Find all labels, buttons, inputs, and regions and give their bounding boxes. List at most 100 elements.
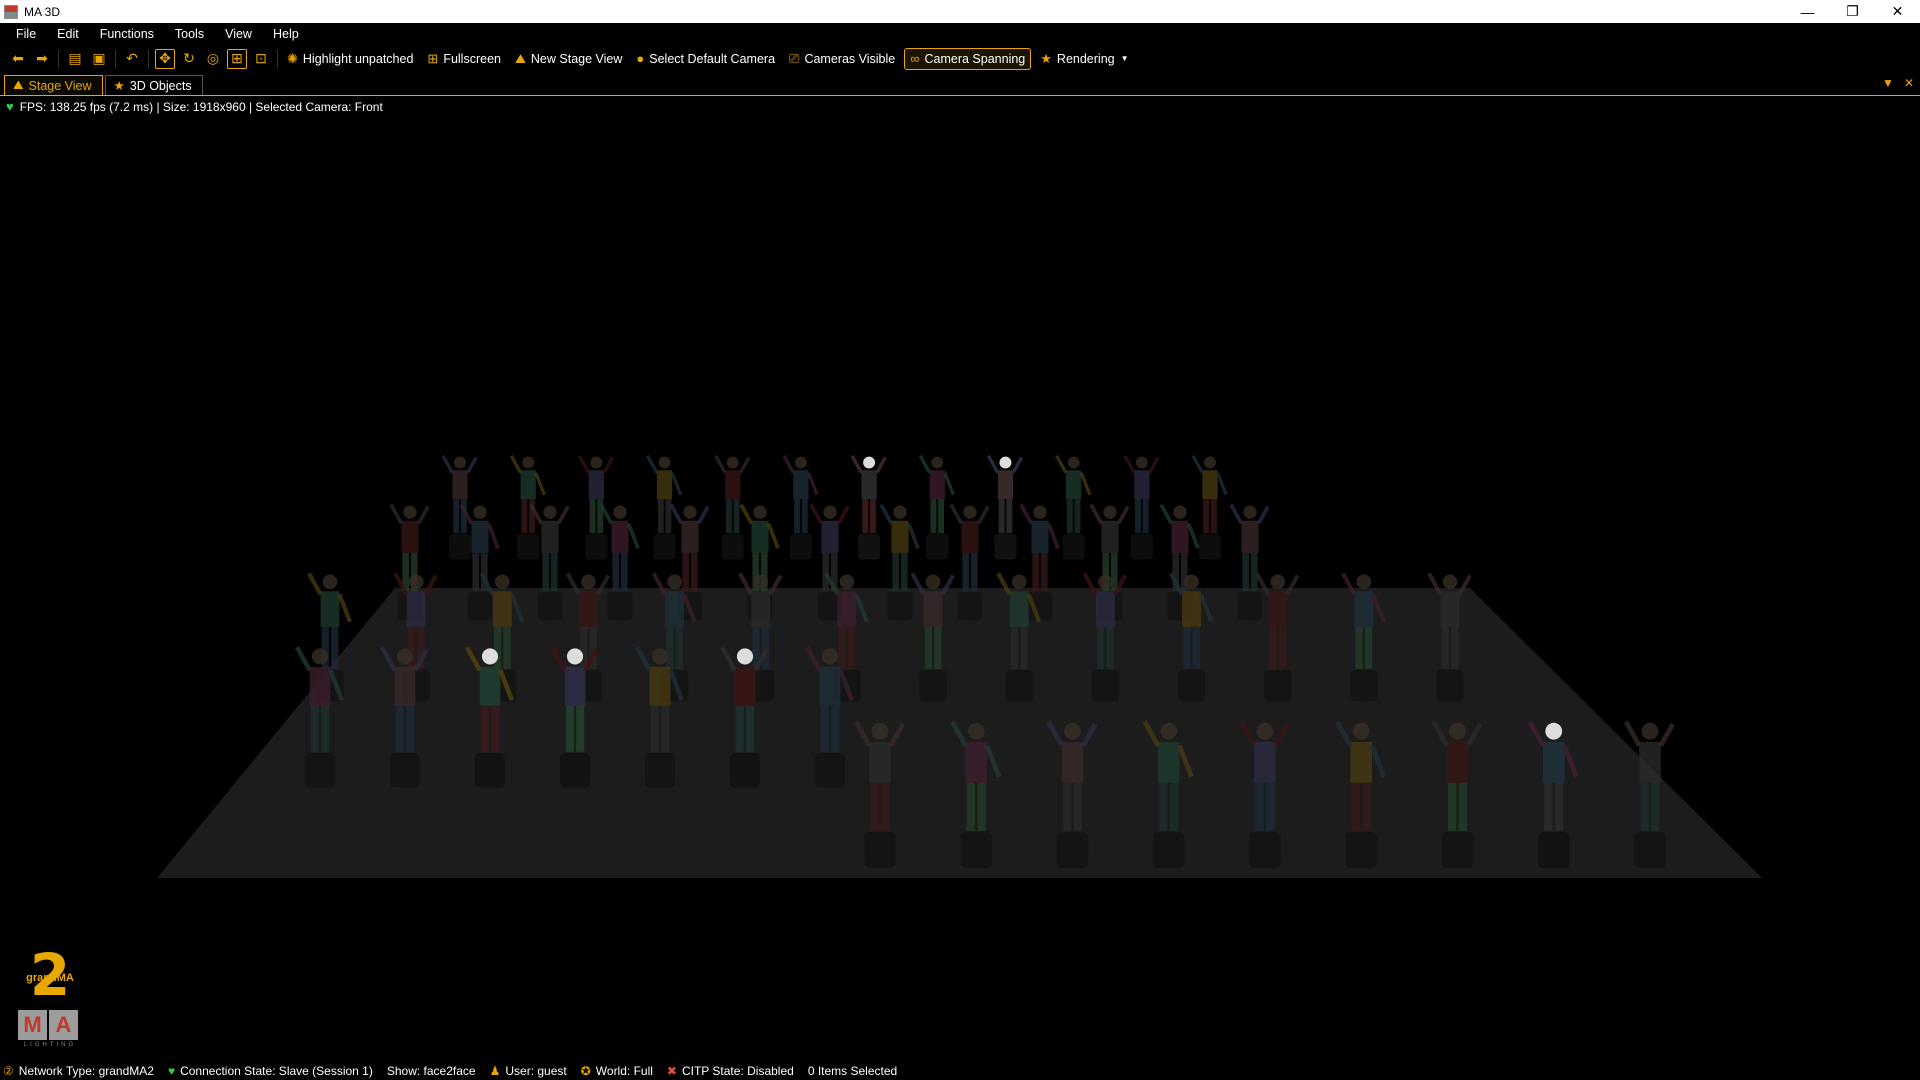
grandma-logo: 2 grandMA M A LIGHTING bbox=[18, 946, 82, 1048]
stage-icon: ⛰ bbox=[13, 78, 24, 92]
select-default-camera-label: Select Default Camera bbox=[649, 51, 776, 66]
logo-brand: grandMA bbox=[26, 972, 74, 984]
zoom-frame-icon[interactable]: ⊡ bbox=[251, 49, 271, 69]
new-stage-view-label: New Stage View bbox=[530, 51, 623, 66]
star-icon: ★ bbox=[113, 79, 125, 93]
status-selection-text: 0 Items Selected bbox=[807, 1063, 898, 1078]
toolbar: ⬅ ➡ ▤ ▣ ↶ ✥ ↻ ◎ ⊞ ⊡ ✺ Highlight unpatche… bbox=[0, 45, 1920, 72]
stage-viewport[interactable] bbox=[0, 96, 1920, 1064]
lightbulb-icon: ✺ bbox=[287, 50, 298, 66]
menu-bar: File Edit Functions Tools View Help bbox=[0, 23, 1920, 45]
star-icon: ★ bbox=[1040, 50, 1052, 66]
new-stage-view-button[interactable]: ⛰ New Stage View bbox=[510, 48, 627, 70]
back-arrow-icon[interactable]: ⬅ bbox=[8, 49, 28, 69]
close-button[interactable]: ✕ bbox=[1875, 0, 1920, 23]
camera-circle-icon: ● bbox=[636, 51, 645, 66]
status-bar: ② Network Type: grandMA2 ♥ Connection St… bbox=[0, 1061, 1920, 1080]
minimize-button[interactable]: — bbox=[1785, 0, 1830, 23]
restore-button[interactable]: ❐ bbox=[1830, 0, 1875, 23]
select-frame-icon[interactable]: ⊞ bbox=[227, 48, 247, 69]
rendering-dropdown[interactable]: ★ Rendering ▼ bbox=[1035, 48, 1133, 70]
fullscreen-icon: ⊞ bbox=[427, 50, 439, 66]
move-icon[interactable]: ✥ bbox=[155, 48, 175, 69]
cameras-visible-label: Cameras Visible bbox=[804, 51, 896, 66]
status-user-text: User: guest bbox=[505, 1063, 567, 1078]
save-icon[interactable]: ▣ bbox=[89, 49, 109, 69]
audience-figure bbox=[986, 454, 1024, 560]
cameras-visible-button[interactable]: ⎚ Cameras Visible bbox=[784, 48, 900, 70]
menu-edit[interactable]: Edit bbox=[49, 27, 87, 41]
window-controls: — ❐ ✕ bbox=[1785, 0, 1920, 23]
status-selection: 0 Items Selected bbox=[808, 1064, 897, 1078]
audience-figure bbox=[441, 454, 478, 560]
status-world: ✪ World: Full bbox=[581, 1064, 653, 1078]
tab-stage-view[interactable]: ⛰ Stage View bbox=[4, 75, 103, 95]
menu-view[interactable]: View bbox=[217, 27, 260, 41]
audience-figure bbox=[1123, 454, 1160, 560]
status-world-text: World: Full bbox=[595, 1063, 653, 1078]
stage-scene[interactable] bbox=[0, 96, 1920, 1064]
tab-close-icon[interactable]: ✕ bbox=[1904, 76, 1914, 90]
status-connection: ♥ Connection State: Slave (Session 1) bbox=[168, 1064, 373, 1078]
audience-figure bbox=[1055, 454, 1092, 560]
toolbar-separator bbox=[277, 49, 278, 68]
audience-figure bbox=[646, 454, 683, 560]
tab-strip: ⛰ Stage View ★ 3D Objects ▼ ✕ bbox=[0, 74, 1920, 96]
status-citp: ✖ CITP State: Disabled bbox=[667, 1064, 794, 1078]
chevron-down-icon: ▼ bbox=[1120, 54, 1129, 63]
heart-icon: ♥ bbox=[167, 1063, 176, 1078]
highlight-unpatched-button[interactable]: ✺ Highlight unpatched bbox=[282, 48, 418, 70]
logo-ma: M A bbox=[18, 1010, 82, 1040]
audience-figure bbox=[577, 454, 614, 560]
tab-3d-objects[interactable]: ★ 3D Objects bbox=[104, 75, 203, 95]
audience-figure bbox=[850, 454, 887, 560]
rendering-label: Rendering bbox=[1056, 51, 1115, 66]
status-connection-text: Connection State: Slave (Session 1) bbox=[180, 1063, 373, 1078]
tab-stage-view-label: Stage View bbox=[28, 78, 92, 93]
world-icon: ✪ bbox=[580, 1063, 591, 1078]
status-network: ② Network Type: grandMA2 bbox=[3, 1064, 154, 1078]
menu-functions[interactable]: Functions bbox=[92, 27, 162, 41]
toolbar-separator bbox=[148, 49, 149, 68]
logo-letter-m: M bbox=[18, 1010, 47, 1040]
error-icon: ✖ bbox=[666, 1063, 677, 1078]
tab-list-chevron-icon[interactable]: ▼ bbox=[1882, 76, 1894, 90]
undo-icon[interactable]: ↶ bbox=[122, 49, 142, 69]
fullscreen-button[interactable]: ⊞ Fullscreen bbox=[422, 48, 506, 70]
target-icon[interactable]: ◎ bbox=[203, 49, 223, 69]
camera-icon: ⎚ bbox=[789, 50, 800, 66]
status-show: Show: face2face bbox=[387, 1064, 476, 1078]
camera-spanning-button[interactable]: ∞ Camera Spanning bbox=[904, 47, 1032, 70]
menu-tools[interactable]: Tools bbox=[167, 27, 212, 41]
open-folder-icon[interactable]: ▤ bbox=[65, 49, 85, 69]
heart-icon: ♥ bbox=[6, 99, 14, 114]
highlight-unpatched-label: Highlight unpatched bbox=[302, 51, 414, 66]
camera-spanning-label: Camera Spanning bbox=[924, 51, 1026, 66]
tab-3d-objects-label: 3D Objects bbox=[129, 78, 192, 93]
status-user: ♟ User: guest bbox=[490, 1064, 567, 1078]
status-show-text: Show: face2face bbox=[386, 1063, 476, 1078]
status-citp-text: CITP State: Disabled bbox=[681, 1063, 794, 1078]
render-info-text: FPS: 138.25 fps (7.2 ms) | Size: 1918x96… bbox=[19, 99, 383, 114]
audience-figure bbox=[509, 454, 546, 560]
rotate-icon[interactable]: ↻ bbox=[179, 49, 199, 69]
logo-sub: LIGHTING bbox=[23, 1042, 77, 1048]
status-network-text: Network Type: grandMA2 bbox=[18, 1063, 154, 1078]
menu-help[interactable]: Help bbox=[265, 27, 307, 41]
logo-letter-a: A bbox=[49, 1010, 78, 1040]
window-title: MA 3D bbox=[24, 4, 61, 19]
render-info: ♥ FPS: 138.25 fps (7.2 ms) | Size: 1918x… bbox=[6, 99, 383, 114]
network-icon: ② bbox=[3, 1063, 14, 1078]
forward-arrow-icon[interactable]: ➡ bbox=[32, 49, 52, 69]
select-default-camera-button[interactable]: ● Select Default Camera bbox=[631, 48, 780, 70]
fullscreen-label: Fullscreen bbox=[443, 51, 501, 66]
camera-span-icon: ∞ bbox=[910, 51, 920, 66]
audience-figure bbox=[918, 454, 956, 560]
menu-file[interactable]: File bbox=[8, 27, 44, 41]
title-bar: MA 3D — ❐ ✕ bbox=[0, 0, 1920, 23]
app-icon bbox=[4, 4, 18, 19]
tab-controls: ▼ ✕ bbox=[1872, 76, 1914, 90]
toolbar-separator bbox=[115, 49, 116, 68]
toolbar-separator bbox=[58, 49, 59, 68]
user-icon: ♟ bbox=[489, 1063, 501, 1078]
